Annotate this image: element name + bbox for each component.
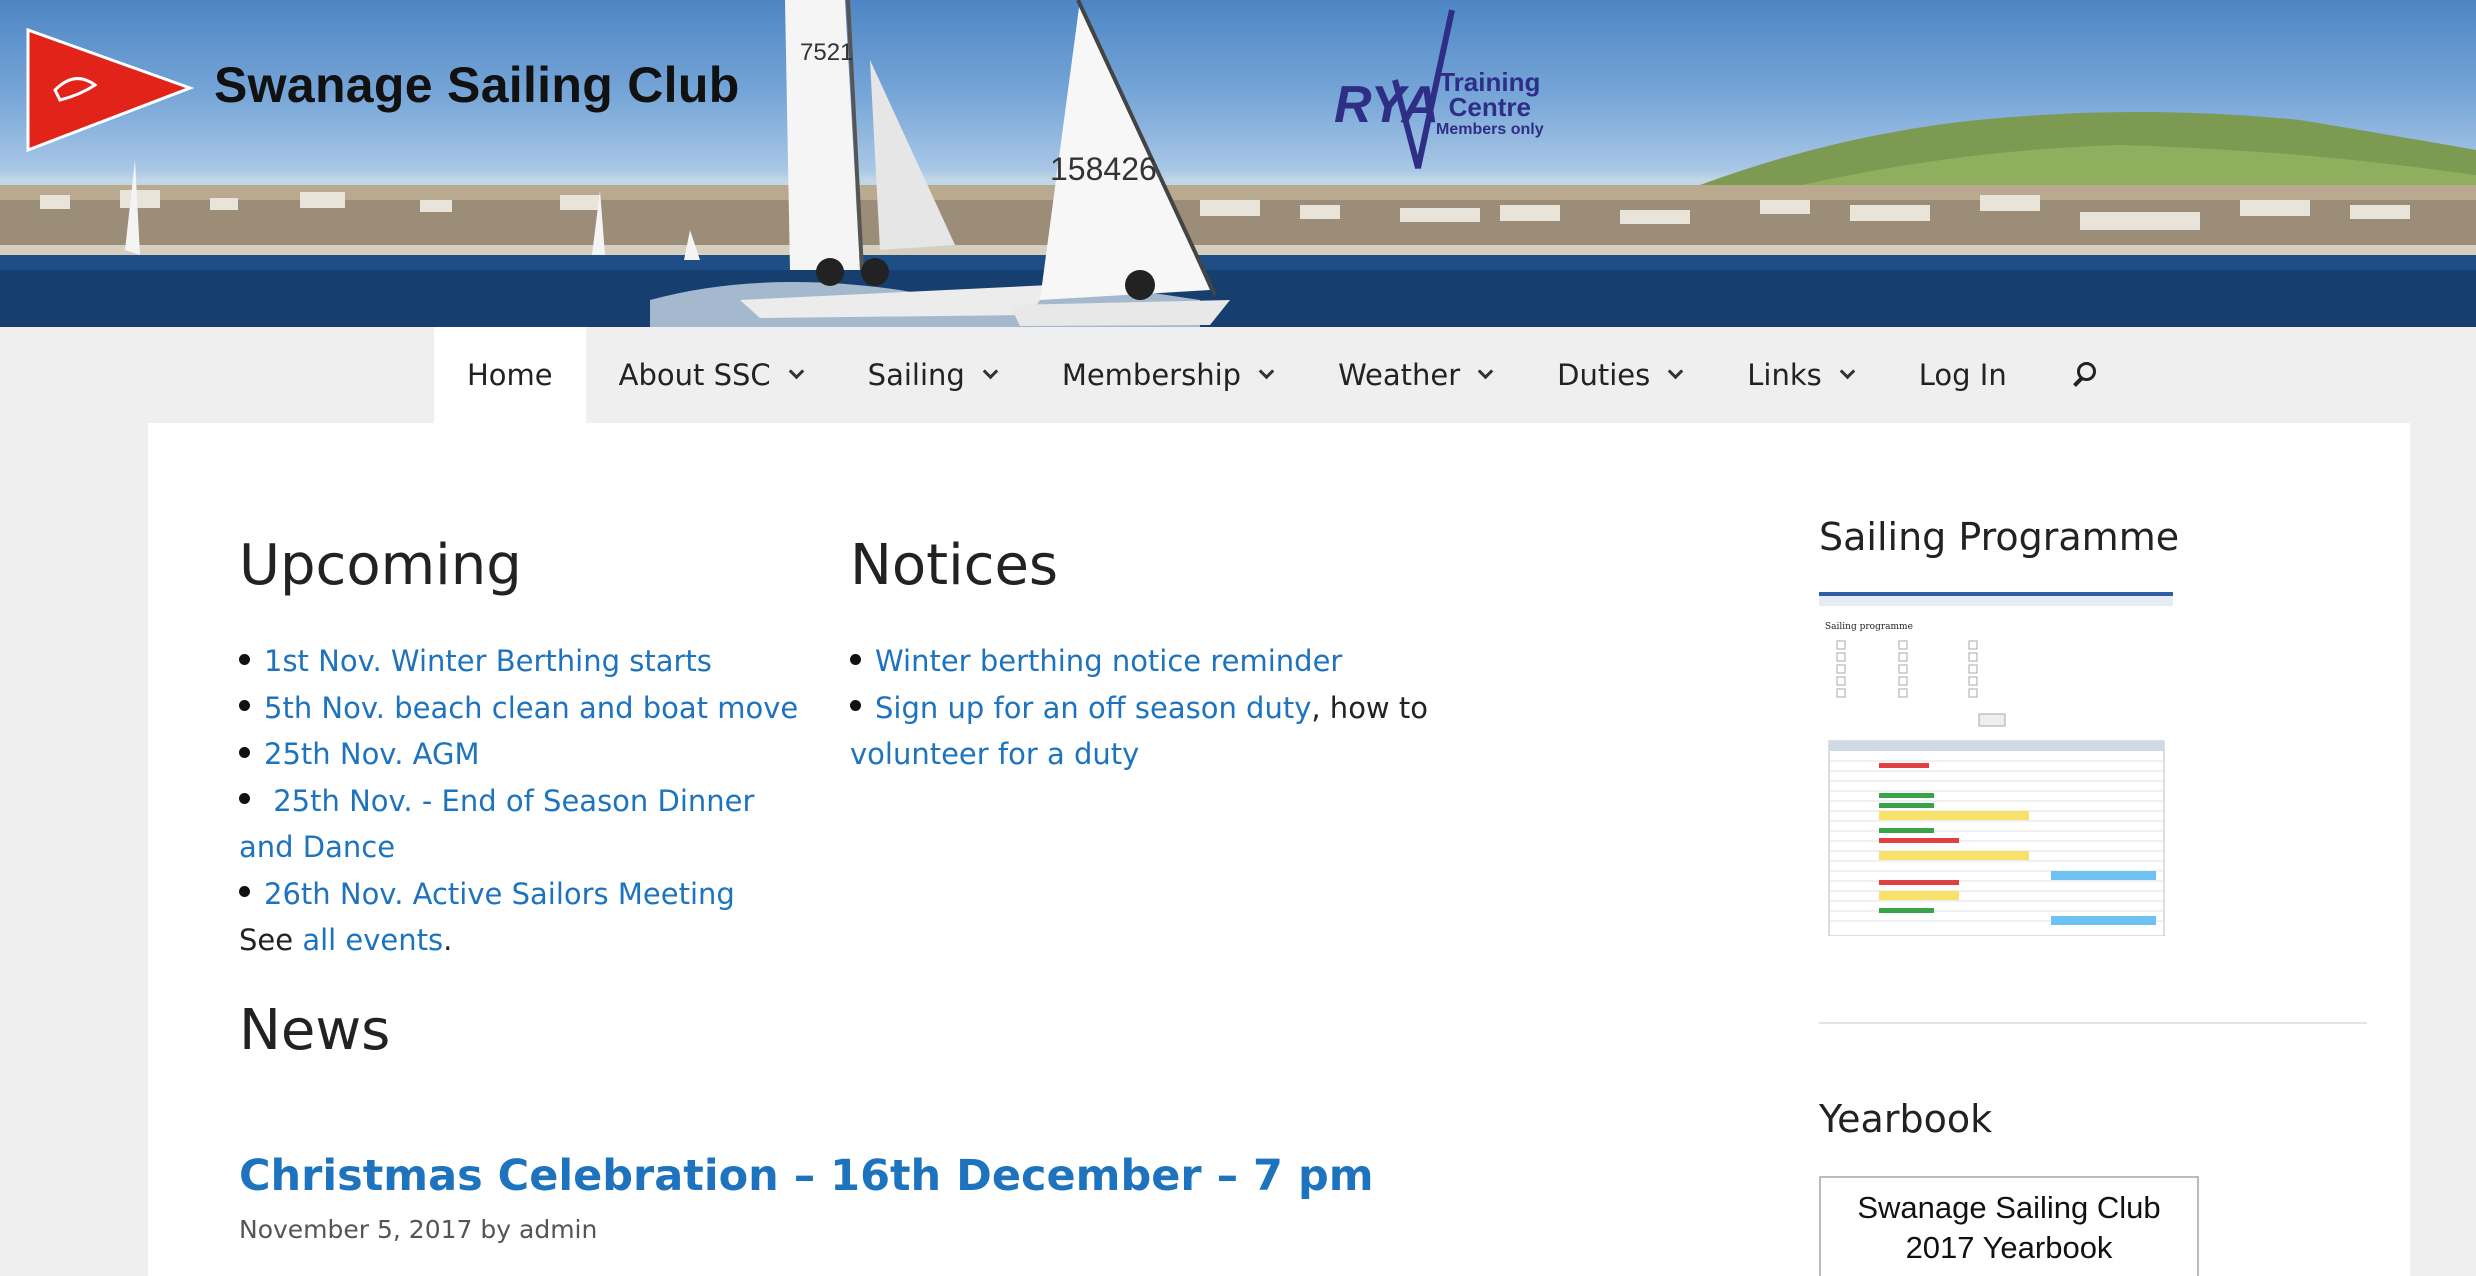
notice-text: , how to bbox=[1311, 690, 1428, 725]
nav-weather-label: Weather bbox=[1338, 358, 1461, 392]
nav-membership[interactable]: Membership bbox=[1029, 327, 1305, 423]
notice-link[interactable]: Winter berthing notice reminder bbox=[875, 644, 1342, 678]
event-link[interactable]: 25th Nov. AGM bbox=[264, 737, 479, 771]
news-heading: News bbox=[239, 998, 391, 1063]
see-prefix: See bbox=[239, 923, 303, 957]
nav-home[interactable]: Home bbox=[434, 327, 586, 423]
event-link[interactable]: 5th Nov. beach clean and boat move bbox=[264, 691, 798, 725]
header-photo: RYA 7521 158426 bbox=[0, 0, 2476, 327]
chevron-down-icon bbox=[1477, 363, 1494, 379]
notice-link[interactable]: Sign up for an off season duty bbox=[875, 691, 1311, 725]
upcoming-section: Upcoming 1st Nov. Winter Berthing starts… bbox=[239, 533, 799, 964]
list-item: 25th Nov. - End of Season Dinner and Dan… bbox=[239, 778, 799, 871]
main-content: Upcoming 1st Nov. Winter Berthing starts… bbox=[148, 423, 2410, 1276]
post-by: by bbox=[472, 1215, 519, 1244]
nav-sailing[interactable]: Sailing bbox=[835, 327, 1029, 423]
rya-training-centre: Training Centre Members only bbox=[1436, 69, 1544, 140]
chevron-down-icon bbox=[1667, 363, 1684, 379]
chevron-down-icon bbox=[982, 363, 999, 379]
nav-about-ssc-label: About SSC bbox=[618, 358, 771, 392]
nav-membership-label: Membership bbox=[1061, 358, 1242, 392]
list-item: Winter berthing notice reminder bbox=[850, 638, 1450, 685]
sail-number-1: 7521 bbox=[800, 39, 853, 66]
upcoming-heading: Upcoming bbox=[239, 533, 522, 598]
nav-duties[interactable]: Duties bbox=[1524, 327, 1714, 423]
programme-thumb-heading: Sailing programme bbox=[1825, 622, 1913, 632]
sidebar-divider bbox=[1819, 1022, 2367, 1024]
nav-log-in-label: Log In bbox=[1918, 358, 2007, 392]
yearbook-title: Yearbook bbox=[1819, 1097, 1993, 1141]
search-icon bbox=[2072, 362, 2099, 388]
see-suffix: . bbox=[443, 923, 453, 957]
list-item: 1st Nov. Winter Berthing starts bbox=[239, 638, 799, 685]
list-item: 25th Nov. AGM bbox=[239, 731, 799, 778]
all-events-link[interactable]: all events bbox=[302, 923, 443, 957]
see-all-events: See all events. bbox=[239, 917, 799, 964]
sailing-programme-image[interactable]: Sailing programme bbox=[1819, 592, 2173, 937]
event-link[interactable]: 25th Nov. - End of Season Dinner and Dan… bbox=[239, 784, 754, 865]
nav-search-button[interactable] bbox=[2040, 327, 2132, 423]
rya-line-3: Members only bbox=[1436, 121, 1544, 138]
nav-about-ssc[interactable]: About SSC bbox=[586, 327, 835, 423]
list-item: 26th Nov. Active Sailors Meeting bbox=[239, 871, 799, 918]
event-link[interactable]: 26th Nov. Active Sailors Meeting bbox=[264, 877, 735, 911]
site-title[interactable]: Swanage Sailing Club bbox=[214, 56, 740, 114]
list-item: 5th Nov. beach clean and boat move bbox=[239, 685, 799, 732]
sail-number-2: 158426 bbox=[1050, 151, 1157, 187]
nav-weather[interactable]: Weather bbox=[1305, 327, 1524, 423]
chevron-down-icon bbox=[788, 363, 804, 379]
post-title-link[interactable]: Christmas Celebration – 16th December – … bbox=[239, 1151, 1374, 1201]
rya-logo: RYA bbox=[1334, 76, 1439, 134]
header-banner: RYA 7521 158426 Swanage Sailing Club Tra… bbox=[0, 0, 2476, 327]
nav-home-label: Home bbox=[467, 358, 553, 392]
event-link[interactable]: 1st Nov. Winter Berthing starts bbox=[264, 644, 712, 678]
chevron-down-icon bbox=[1258, 363, 1275, 379]
list-item: Sign up for an off season duty, how to v… bbox=[850, 685, 1450, 778]
upcoming-list: 1st Nov. Winter Berthing starts 5th Nov.… bbox=[239, 638, 799, 917]
nav-log-in[interactable]: Log In bbox=[1886, 327, 2040, 423]
chevron-down-icon bbox=[1839, 363, 1856, 379]
yearbook-image[interactable]: Swanage Sailing Club 2017 Yearbook bbox=[1819, 1176, 2199, 1276]
post-meta: November 5, 2017 by admin bbox=[239, 1215, 597, 1244]
nav-links-label: Links bbox=[1747, 358, 1822, 392]
sailing-programme-title: Sailing Programme bbox=[1819, 515, 2180, 559]
volunteer-link[interactable]: volunteer for a duty bbox=[850, 737, 1139, 771]
programme-table-thumbnail: Sailing programme bbox=[1819, 596, 2173, 937]
nav-links[interactable]: Links bbox=[1714, 327, 1886, 423]
notices-heading: Notices bbox=[850, 533, 1059, 598]
post-date[interactable]: November 5, 2017 bbox=[239, 1215, 472, 1244]
post-author[interactable]: admin bbox=[519, 1215, 597, 1244]
yearbook-line-2: 2017 Yearbook bbox=[1905, 1230, 2113, 1265]
yearbook-line-1: Swanage Sailing Club bbox=[1857, 1190, 2161, 1225]
notices-section: Notices Winter berthing notice reminder … bbox=[850, 533, 1450, 778]
rya-line-2: Centre bbox=[1448, 92, 1531, 122]
nav-duties-label: Duties bbox=[1557, 358, 1651, 392]
nav-sailing-label: Sailing bbox=[867, 358, 965, 392]
notices-list: Winter berthing notice reminder Sign up … bbox=[850, 638, 1450, 778]
main-navigation: Home About SSC Sailing Membership Weathe… bbox=[434, 327, 2132, 423]
